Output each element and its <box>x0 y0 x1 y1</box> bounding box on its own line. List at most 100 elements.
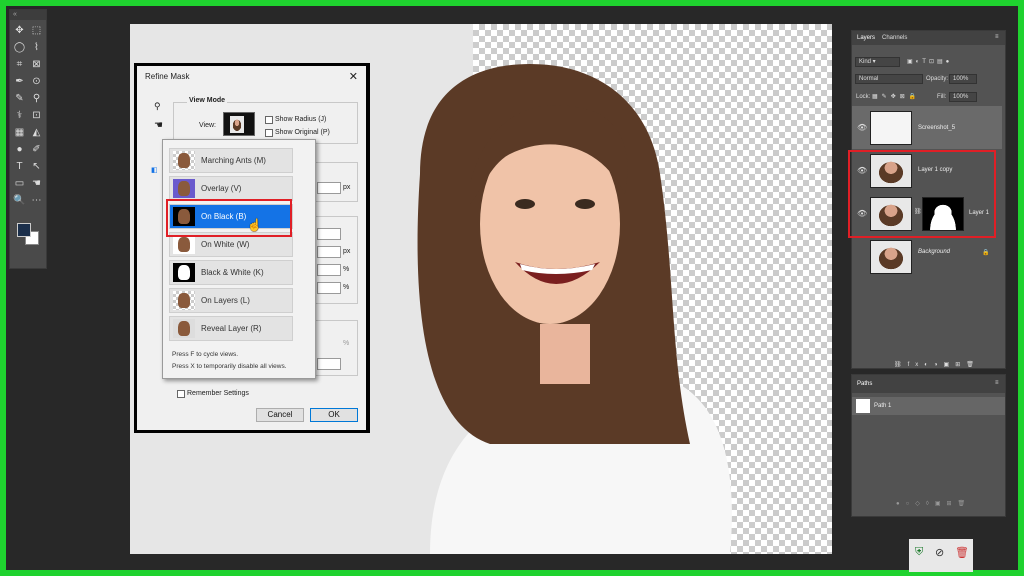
tool-3-icon[interactable]: ⌇ <box>28 39 45 56</box>
layer-name[interactable]: Layer 1 copy <box>918 167 952 173</box>
layer-mask-thumbnail[interactable] <box>922 197 964 231</box>
tool-8-icon[interactable]: ✎ <box>11 90 28 107</box>
tool-21-icon[interactable]: ⋯ <box>28 192 45 209</box>
ok-button[interactable]: OK <box>310 408 358 422</box>
lock-label: Lock: <box>856 94 871 100</box>
show-radius-checkbox[interactable] <box>265 116 273 124</box>
tool-0-icon[interactable]: ✥ <box>11 22 28 39</box>
view-option-label: On White (W) <box>201 240 250 249</box>
layer-name[interactable]: Background <box>918 249 950 255</box>
opacity-field[interactable]: 100% <box>949 74 977 84</box>
path-name[interactable]: Path 1 <box>874 403 891 409</box>
tool-5-icon[interactable]: ⊠ <box>28 56 45 73</box>
view-thumbnail-dropdown[interactable] <box>223 112 255 136</box>
tab-channels[interactable]: Channels <box>882 35 907 41</box>
layer-actions-bar[interactable]: ⛓fx◐◑▣⊞🗑 <box>894 361 980 368</box>
tool-18-icon[interactable]: ▭ <box>11 175 28 192</box>
panel-menu-icon[interactable]: ≡ <box>995 34 999 40</box>
layer-name[interactable]: Screenshot_5 <box>918 125 955 131</box>
tool-16-icon[interactable]: T <box>11 158 28 175</box>
radius-field[interactable] <box>317 182 341 194</box>
tool-1-icon[interactable]: ⬚ <box>28 22 45 39</box>
tool-12-icon[interactable]: ▦ <box>11 124 28 141</box>
layer-thumbnail <box>870 154 912 188</box>
view-option-1[interactable]: Overlay (V) <box>169 176 293 201</box>
layer-thumbnail <box>870 197 912 231</box>
view-thumbnail <box>173 291 195 310</box>
layer-row-screenshot[interactable]: 👁 Screenshot_5 <box>852 106 1002 149</box>
view-option-4[interactable]: Black & White (K) <box>169 260 293 285</box>
zoom-tool-icon[interactable]: ⚲ <box>154 101 161 112</box>
opacity-label: Opacity: <box>926 76 949 82</box>
tool-9-icon[interactable]: ⚲ <box>28 90 45 107</box>
eye-icon[interactable]: 👁 <box>857 166 867 175</box>
layer-name[interactable]: Layer 1 <box>969 210 989 216</box>
show-original-checkbox[interactable] <box>265 129 273 137</box>
view-option-2[interactable]: On Black (B) <box>169 204 293 229</box>
path-actions-bar[interactable]: ●○◇◊▣⊞🗑 <box>896 500 971 507</box>
show-original-label: Show Original (P) <box>275 129 330 136</box>
tool-6-icon[interactable]: ✒ <box>11 73 28 90</box>
view-thumbnail <box>173 207 195 226</box>
tool-20-icon[interactable]: 🔍 <box>11 192 28 209</box>
layer-thumbnail <box>870 240 912 274</box>
filter-icons[interactable]: ▣◐T⊡▤● <box>907 58 952 65</box>
view-option-label: Marching Ants (M) <box>201 156 266 165</box>
tool-10-icon[interactable]: ⚕ <box>11 107 28 124</box>
filter-kind-select[interactable]: Kind ▾ <box>855 57 900 67</box>
percent-unit-label: % <box>343 340 350 347</box>
collapse-icon[interactable]: « <box>13 11 17 18</box>
output-to-select[interactable] <box>317 358 341 370</box>
eye-icon[interactable]: 👁 <box>857 209 867 218</box>
dropdown-pointer-icon: ◧ <box>151 167 158 174</box>
tool-2-icon[interactable]: ◯ <box>11 39 28 56</box>
panel-menu-icon[interactable]: ≡ <box>995 380 999 386</box>
close-icon[interactable]: ✕ <box>349 70 358 83</box>
view-thumbnail <box>173 179 195 198</box>
paths-panel: Paths ≡ Path 1 ●○◇◊▣⊞🗑 <box>851 374 1006 517</box>
foreground-color-swatch[interactable] <box>17 223 31 237</box>
contrast-field[interactable] <box>317 264 341 276</box>
tool-13-icon[interactable]: ◭ <box>28 124 45 141</box>
view-mode-label: View Mode <box>187 97 228 104</box>
shield-icon[interactable]: ⛨ <box>915 546 923 559</box>
trash-icon[interactable]: 🗑 <box>955 546 969 559</box>
tab-paths[interactable]: Paths <box>857 381 872 387</box>
remember-settings-label: Remember Settings <box>187 390 249 397</box>
path-row[interactable]: Path 1 <box>852 397 1005 415</box>
view-option-5[interactable]: On Layers (L) <box>169 288 293 313</box>
cancel-button[interactable]: Cancel <box>256 408 304 422</box>
view-option-label: Reveal Layer (R) <box>201 324 262 333</box>
layer-row-layer1[interactable]: 👁 ⛓ Layer 1 <box>852 192 1002 235</box>
blend-mode-select[interactable]: Normal <box>855 74 923 84</box>
px-unit-label: px <box>343 184 351 191</box>
view-option-0[interactable]: Marching Ants (M) <box>169 148 293 173</box>
tab-layers[interactable]: Layers <box>857 35 875 41</box>
path-thumbnail <box>856 399 870 413</box>
view-option-3[interactable]: On White (W) <box>169 232 293 257</box>
layer-row-background[interactable]: Background 🔒 <box>852 235 1002 278</box>
lock-icons[interactable]: ▦✎✥⊠🔒 <box>872 93 920 100</box>
feather-field[interactable] <box>317 246 341 258</box>
view-option-label: Black & White (K) <box>201 268 264 277</box>
smooth-field[interactable] <box>317 228 341 240</box>
eye-icon[interactable]: 👁 <box>857 123 867 132</box>
layer-row-layer1-copy[interactable]: 👁 Layer 1 copy <box>852 149 1002 192</box>
tool-4-icon[interactable]: ⌗ <box>11 56 28 73</box>
hand-tool-icon[interactable]: ☚ <box>154 120 163 131</box>
shift-edge-field[interactable] <box>317 282 341 294</box>
view-option-6[interactable]: Reveal Layer (R) <box>169 316 293 341</box>
tool-19-icon[interactable]: ☚ <box>28 175 45 192</box>
remember-settings-checkbox[interactable] <box>177 390 185 398</box>
filter-kind-label: Kind <box>859 59 872 65</box>
tools-panel-header[interactable]: « <box>10 10 46 20</box>
link-icon: ⛓ <box>914 209 922 215</box>
tool-11-icon[interactable]: ⊡ <box>28 107 45 124</box>
tool-7-icon[interactable]: ⊙ <box>28 73 45 90</box>
tool-17-icon[interactable]: ↖ <box>28 158 45 175</box>
tool-14-icon[interactable]: ● <box>11 141 28 158</box>
fill-field[interactable]: 100% <box>949 92 977 102</box>
tools-grid: ✥ ⬚ ◯ ⌇ ⌗ ⊠ ✒ ⊙ ✎ ⚲ ⚕ ⊡ ▦ ◭ ● ✐ T ↖ ▭ ☚ 🔍 ⋯ <box>10 20 46 211</box>
wifi-off-icon[interactable]: ⊘ <box>935 546 944 559</box>
tool-15-icon[interactable]: ✐ <box>28 141 45 158</box>
